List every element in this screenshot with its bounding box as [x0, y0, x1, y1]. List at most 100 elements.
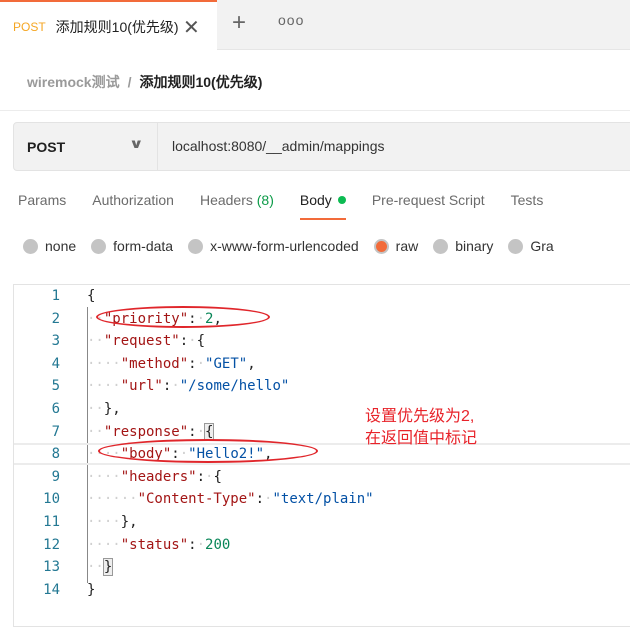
code-text: }	[87, 579, 95, 601]
tab-method: POST	[13, 19, 46, 34]
tab-label: Authorization	[92, 192, 174, 208]
code-token: "Content-Type"	[137, 491, 256, 508]
code-token: }	[102, 558, 114, 577]
close-icon[interactable]: ✕	[183, 15, 200, 40]
ellipsis-icon[interactable]: ooo	[278, 12, 304, 28]
code-line: 10 ······"Content-Type":·"text/plain"	[14, 488, 630, 510]
code-token: ····	[87, 378, 121, 395]
tab-label: Headers	[199, 192, 253, 208]
radio-label: x-www-form-urlencoded	[210, 238, 359, 254]
code-text: ····},	[87, 511, 138, 533]
radio-binary[interactable]: binary	[433, 238, 493, 254]
code-token: "request"	[103, 333, 180, 350]
tab-body[interactable]: Body	[299, 192, 346, 220]
radio-label: raw	[395, 238, 419, 254]
breadcrumb-collection[interactable]: wiremock测试	[27, 74, 120, 90]
code-token: {	[213, 468, 222, 485]
code-token: "method"	[120, 355, 189, 372]
active-dot-icon	[337, 196, 346, 204]
highlight-ellipse	[96, 306, 270, 328]
annotation-note: 设置优先级为2, 在返回值中标记	[365, 406, 477, 450]
code-line: 14}	[14, 579, 630, 601]
tab-bar: POST 添加规则10(优先级) ✕ + ooo	[0, 0, 630, 51]
code-text: ··},	[87, 398, 121, 420]
line-number: 5	[51, 378, 60, 395]
line-number: 1	[51, 288, 60, 304]
code-line: 1{	[14, 285, 630, 307]
annotation-line: 在返回值中标记	[365, 430, 478, 447]
code-token: ····	[87, 355, 121, 372]
radio-selected-icon	[373, 238, 389, 254]
request-tabs: Params Authorization Headers (8) Body Pr…	[18, 192, 569, 220]
radio-raw[interactable]: raw	[373, 238, 419, 254]
tab-label: Body	[299, 192, 332, 208]
radio-form-data[interactable]: form-data	[91, 238, 173, 254]
tab-label: Params	[18, 192, 67, 208]
line-number: 6	[51, 401, 60, 417]
plus-icon[interactable]: +	[232, 9, 246, 37]
code-token: "text/plain"	[272, 491, 374, 508]
code-text: ····"status":·200	[87, 534, 230, 556]
code-token: "status"	[120, 536, 189, 553]
code-token: ····	[87, 536, 121, 553]
code-line: 3 ··"request":·{	[14, 330, 630, 352]
code-token: ·	[171, 378, 180, 395]
headers-count: (8)	[256, 192, 274, 208]
highlight-ellipse	[98, 439, 318, 463]
code-token: ··	[87, 333, 104, 350]
code-token: ··	[87, 401, 104, 417]
radio-icon	[91, 238, 107, 254]
code-line: 9 ····"headers":·{	[14, 466, 630, 488]
tab-headers[interactable]: Headers (8)	[200, 192, 274, 220]
radio-icon	[433, 238, 449, 254]
tab-authorization[interactable]: Authorization	[92, 192, 174, 220]
method-select[interactable]: POST ∨	[14, 123, 158, 170]
code-token: ··	[87, 559, 104, 576]
tab-label: Pre-request Script	[371, 192, 485, 208]
code-token: "/some/hello"	[179, 378, 290, 395]
method-value: POST	[27, 138, 66, 155]
annotation-line: 设置优先级为2,	[365, 408, 475, 425]
code-token: {	[203, 422, 215, 441]
code-token: },	[103, 401, 121, 417]
code-token: "headers"	[120, 468, 197, 485]
line-number: 12	[43, 536, 60, 553]
request-tab[interactable]: POST 添加规则10(优先级) ✕	[0, 0, 217, 51]
code-token: ··	[87, 423, 104, 440]
line-number: 7	[51, 423, 60, 440]
line-number: 2	[51, 310, 60, 327]
radio-graphql[interactable]: Gra	[508, 238, 554, 254]
code-token: :	[188, 423, 197, 440]
breadcrumb: wiremock测试 / 添加规则10(优先级)	[27, 72, 262, 92]
code-token: "GET"	[205, 355, 248, 372]
code-token: :	[188, 355, 197, 372]
code-token: ·	[196, 355, 206, 372]
code-token: ····	[87, 514, 121, 530]
code-text: {	[87, 285, 95, 307]
line-number: 14	[43, 581, 60, 598]
breadcrumb-request[interactable]: 添加规则10(优先级)	[139, 74, 262, 90]
radio-label: Gra	[530, 238, 554, 254]
tab-title: 添加规则10(优先级)	[55, 18, 179, 35]
code-line: 12 ····"status":·200	[14, 534, 630, 556]
code-token: }	[87, 581, 96, 598]
code-token: ,	[247, 355, 256, 372]
divider	[0, 110, 630, 111]
code-line: 4 ····"method":·"GET",	[14, 353, 630, 375]
radio-none[interactable]: none	[23, 238, 76, 254]
code-text: ··}	[87, 556, 114, 578]
code-text: ··"request":·{	[87, 330, 205, 352]
radio-label: form-data	[113, 238, 174, 254]
radio-icon	[188, 238, 204, 254]
code-text: ····"url":·"/some/hello"	[87, 375, 289, 397]
radio-label: none	[45, 238, 77, 254]
code-token: :	[196, 468, 206, 485]
tab-tests[interactable]: Tests	[511, 192, 544, 220]
radio-urlencoded[interactable]: x-www-form-urlencoded	[188, 238, 359, 254]
code-token: :	[255, 491, 265, 508]
url-input[interactable]: localhost:8080/__admin/mappings	[172, 138, 384, 154]
tab-params[interactable]: Params	[18, 192, 66, 220]
code-token: ······	[87, 491, 138, 508]
tab-pre-request-script[interactable]: Pre-request Script	[372, 192, 485, 220]
line-number: 4	[51, 355, 60, 372]
